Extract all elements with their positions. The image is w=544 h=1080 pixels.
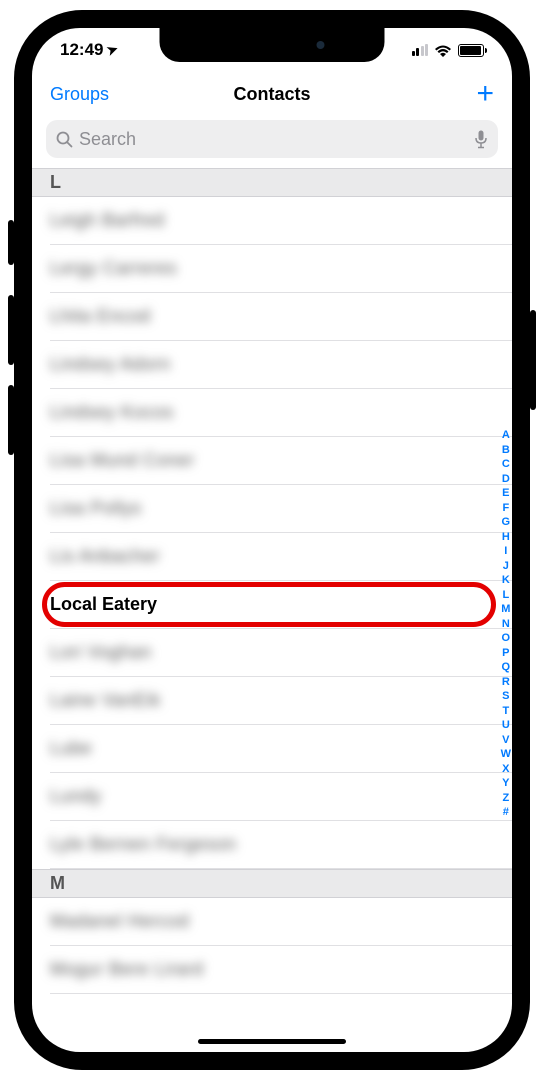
- contact-name: Madanel Hercod: [50, 911, 189, 932]
- index-letter[interactable]: Q: [502, 660, 511, 675]
- index-letter[interactable]: F: [502, 501, 509, 516]
- home-indicator[interactable]: [198, 1039, 346, 1044]
- microphone-icon[interactable]: [474, 130, 488, 149]
- contact-row[interactable]: Lyle Bernen Fergeson: [50, 821, 512, 869]
- index-letter[interactable]: T: [502, 704, 509, 719]
- phone-frame: 12:49 ➤ Groups Contacts +: [14, 10, 530, 1070]
- search-bar[interactable]: [46, 120, 498, 158]
- index-letter[interactable]: L: [502, 588, 509, 603]
- contact-row[interactable]: Mogur Bere Lirard: [50, 946, 512, 994]
- index-letter[interactable]: #: [503, 805, 509, 820]
- contact-name: Lisa Pollys: [50, 498, 142, 519]
- wifi-icon: [434, 44, 452, 57]
- contact-name: Mogur Bere Lirard: [50, 959, 204, 980]
- contact-row[interactable]: Lindsey Adorn: [50, 341, 512, 389]
- index-letter[interactable]: J: [503, 559, 509, 574]
- contact-row[interactable]: Lhita Encod: [50, 293, 512, 341]
- index-letter[interactable]: M: [501, 602, 510, 617]
- contact-name: Laine VanEik: [50, 690, 161, 711]
- nav-bar: Groups Contacts +: [32, 72, 512, 116]
- index-letter[interactable]: D: [502, 472, 510, 487]
- index-letter[interactable]: E: [502, 486, 509, 501]
- contact-name: Lyle Bernen Fergeson: [50, 834, 236, 855]
- contact-row[interactable]: Local Eatery: [50, 581, 512, 629]
- contact-row[interactable]: Lis Anbacher: [50, 533, 512, 581]
- index-letter[interactable]: W: [501, 747, 511, 762]
- search-input[interactable]: [79, 129, 468, 150]
- contact-row[interactable]: Lisa Mund Coner: [50, 437, 512, 485]
- alpha-index[interactable]: ABCDEFGHIJKLMNOPQRSTUVWXYZ#: [501, 428, 511, 820]
- contact-row[interactable]: Leigh Barfred: [50, 197, 512, 245]
- section-header: M: [32, 869, 512, 898]
- location-icon: ➤: [105, 41, 121, 60]
- index-letter[interactable]: A: [502, 428, 510, 443]
- contact-name: Local Eatery: [50, 594, 157, 615]
- index-letter[interactable]: G: [502, 515, 511, 530]
- index-letter[interactable]: B: [502, 443, 510, 458]
- page-title: Contacts: [233, 84, 310, 105]
- index-letter[interactable]: P: [502, 646, 509, 661]
- contact-name: Lhita Encod: [50, 306, 151, 327]
- index-letter[interactable]: N: [502, 617, 510, 632]
- index-letter[interactable]: H: [502, 530, 510, 545]
- index-letter[interactable]: Z: [502, 791, 509, 806]
- contact-name: Leigh Barfred: [50, 210, 165, 231]
- battery-icon: [458, 44, 484, 57]
- contact-row[interactable]: Lindsey Kocos: [50, 389, 512, 437]
- contact-name: Lindsey Adorn: [50, 354, 171, 375]
- contact-name: Lergy Carreres: [50, 258, 177, 279]
- contact-row[interactable]: Lisa Pollys: [50, 485, 512, 533]
- contact-row[interactable]: Lergy Carreres: [50, 245, 512, 293]
- status-time: 12:49: [60, 40, 103, 60]
- contact-name: Lis Anbacher: [50, 546, 160, 567]
- contact-row[interactable]: Lube: [50, 725, 512, 773]
- contact-name: Lube: [50, 738, 92, 759]
- index-letter[interactable]: O: [502, 631, 511, 646]
- contact-name: Lindsey Kocos: [50, 402, 174, 423]
- index-letter[interactable]: K: [502, 573, 510, 588]
- add-contact-button[interactable]: +: [476, 84, 494, 104]
- index-letter[interactable]: I: [504, 544, 507, 559]
- index-letter[interactable]: R: [502, 675, 510, 690]
- groups-button[interactable]: Groups: [50, 84, 109, 105]
- contact-name: Lisa Mund Coner: [50, 450, 195, 471]
- index-letter[interactable]: U: [502, 718, 510, 733]
- index-letter[interactable]: S: [502, 689, 509, 704]
- index-letter[interactable]: Y: [502, 776, 509, 791]
- contact-name: Lori Voghan: [50, 642, 152, 663]
- index-letter[interactable]: V: [502, 733, 509, 748]
- search-icon: [56, 131, 73, 148]
- notch: [160, 28, 385, 62]
- section-header: L: [32, 168, 512, 197]
- contact-row[interactable]: Lori Voghan: [50, 629, 512, 677]
- contact-row[interactable]: Lundy: [50, 773, 512, 821]
- cellular-icon: [412, 44, 429, 56]
- contact-row[interactable]: Madanel Hercod: [50, 898, 512, 946]
- contact-name: Lundy: [50, 786, 102, 807]
- contact-row[interactable]: Laine VanEik: [50, 677, 512, 725]
- index-letter[interactable]: C: [502, 457, 510, 472]
- screen: 12:49 ➤ Groups Contacts +: [32, 28, 512, 1052]
- index-letter[interactable]: X: [502, 762, 509, 777]
